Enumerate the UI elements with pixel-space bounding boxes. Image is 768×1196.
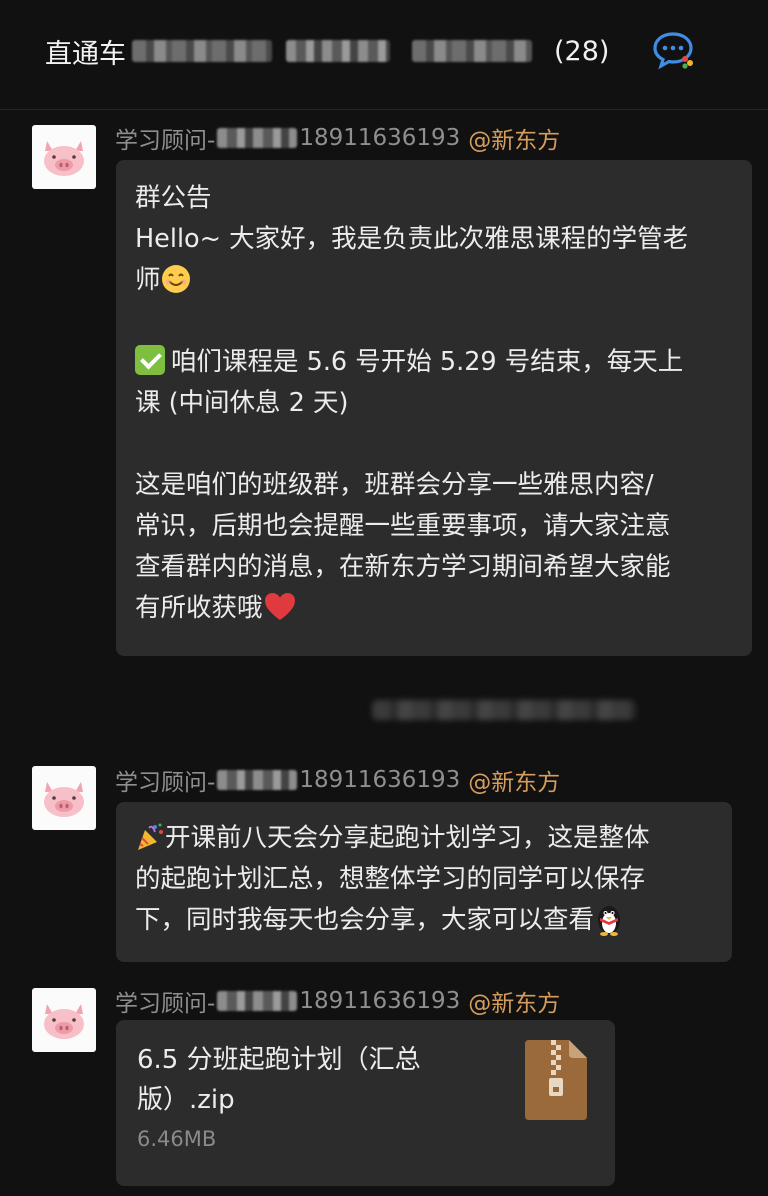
message-text: 咱们课程是 5.6 号开始 5.29 号结束，每天上 bbox=[171, 347, 684, 377]
file-name-line: 6.5 分班起跑计划（汇总 bbox=[137, 1045, 421, 1075]
blurred-sender-name bbox=[217, 991, 298, 1011]
sender-phone: 18911636193 bbox=[299, 988, 461, 1014]
announcement-title: 群公告 bbox=[135, 183, 212, 213]
sender-org: @新东方 bbox=[468, 991, 561, 1017]
message-line: 常识，后期也会提醒一些重要事项，请大家注意 bbox=[135, 511, 671, 541]
sender-prefix: 学习顾问- bbox=[115, 128, 216, 154]
chat-window: 直通车 (28) 学习顾问- 18911636193 @新东方 群公告 Hell… bbox=[0, 0, 768, 1196]
sender-name[interactable]: 学习顾问- 18911636193 @新东方 bbox=[115, 765, 561, 796]
file-name: 6.5 分班起跑计划（汇总 版）.zip bbox=[137, 1040, 477, 1120]
blurred-sender-name bbox=[217, 770, 298, 790]
sender-prefix: 学习顾问- bbox=[115, 991, 216, 1017]
message-line: 课 (中间休息 2 天) bbox=[135, 388, 349, 418]
chat-header: 直通车 (28) bbox=[0, 0, 768, 110]
message-line: 这是咱们的班级群，班群会分享一些雅思内容/ bbox=[135, 470, 654, 500]
sender-org: @新东方 bbox=[468, 128, 561, 154]
message-line: 有所收获哦 bbox=[135, 588, 733, 629]
sender-phone: 18911636193 bbox=[299, 125, 461, 151]
blurred-title-part bbox=[412, 40, 532, 62]
file-size: 6.46MB bbox=[137, 1127, 217, 1151]
blurred-title-part bbox=[286, 40, 390, 62]
avatar[interactable] bbox=[32, 125, 96, 189]
file-attachment-card[interactable]: 6.5 分班起跑计划（汇总 版）.zip 6.46MB bbox=[116, 1020, 615, 1186]
message-text: 下，同时我每天也会分享，大家可以查看 bbox=[135, 905, 595, 935]
pig-avatar-icon bbox=[44, 1004, 84, 1039]
sender-prefix: 学习顾问- bbox=[115, 770, 216, 796]
message-line: 查看群内的消息，在新东方学习期间希望大家能 bbox=[135, 552, 671, 582]
message-line: 的起跑计划汇总，想整体学习的同学可以保存 bbox=[135, 864, 646, 894]
message-line: 咱们课程是 5.6 号开始 5.29 号结束，每天上 bbox=[135, 342, 733, 383]
sender-org: @新东方 bbox=[468, 770, 561, 796]
chat-title-row[interactable]: 直通车 (28) bbox=[45, 31, 609, 71]
zip-file-icon bbox=[525, 1040, 587, 1120]
red-heart-icon bbox=[264, 593, 295, 620]
sender-name[interactable]: 学习顾问- 18911636193 @新东方 bbox=[115, 986, 561, 1017]
message-line: 开课前八天会分享起跑计划学习，这是整体 bbox=[135, 818, 713, 859]
message-text: 师 bbox=[135, 265, 161, 295]
pig-avatar-icon bbox=[44, 141, 84, 176]
blurred-system-notice bbox=[372, 700, 636, 720]
message-line: 师 bbox=[135, 260, 733, 301]
message-line: 下，同时我每天也会分享，大家可以查看 bbox=[135, 900, 713, 941]
blurred-sender-name bbox=[217, 128, 298, 148]
avatar[interactable] bbox=[32, 988, 96, 1052]
chat-title[interactable]: 直通车 bbox=[45, 32, 126, 71]
blurred-title-part bbox=[132, 40, 272, 62]
penguin-emoji-icon bbox=[598, 906, 621, 936]
message-bubble[interactable]: 群公告 Hello~ 大家好，我是负责此次雅思课程的学管老 师 咱们课程是 5.… bbox=[116, 160, 752, 656]
sender-phone: 18911636193 bbox=[299, 767, 461, 793]
message-text: 开课前八天会分享起跑计划学习，这是整体 bbox=[165, 823, 650, 853]
chat-bubble-icon[interactable] bbox=[652, 30, 696, 70]
pig-avatar-icon bbox=[44, 782, 84, 817]
avatar[interactable] bbox=[32, 766, 96, 830]
message-text: 有所收获哦 bbox=[135, 593, 263, 623]
smiling-face-emoji-icon bbox=[161, 265, 190, 293]
sender-name[interactable]: 学习顾问- 18911636193 @新东方 bbox=[115, 123, 561, 154]
member-count: (28) bbox=[554, 35, 610, 67]
file-name-line: 版）.zip bbox=[137, 1085, 235, 1115]
party-popper-icon bbox=[138, 823, 163, 850]
message-line: Hello~ 大家好，我是负责此次雅思课程的学管老 bbox=[135, 224, 689, 254]
check-mark-icon bbox=[135, 345, 165, 375]
message-bubble[interactable]: 开课前八天会分享起跑计划学习，这是整体 的起跑计划汇总，想整体学习的同学可以保存… bbox=[116, 802, 732, 962]
